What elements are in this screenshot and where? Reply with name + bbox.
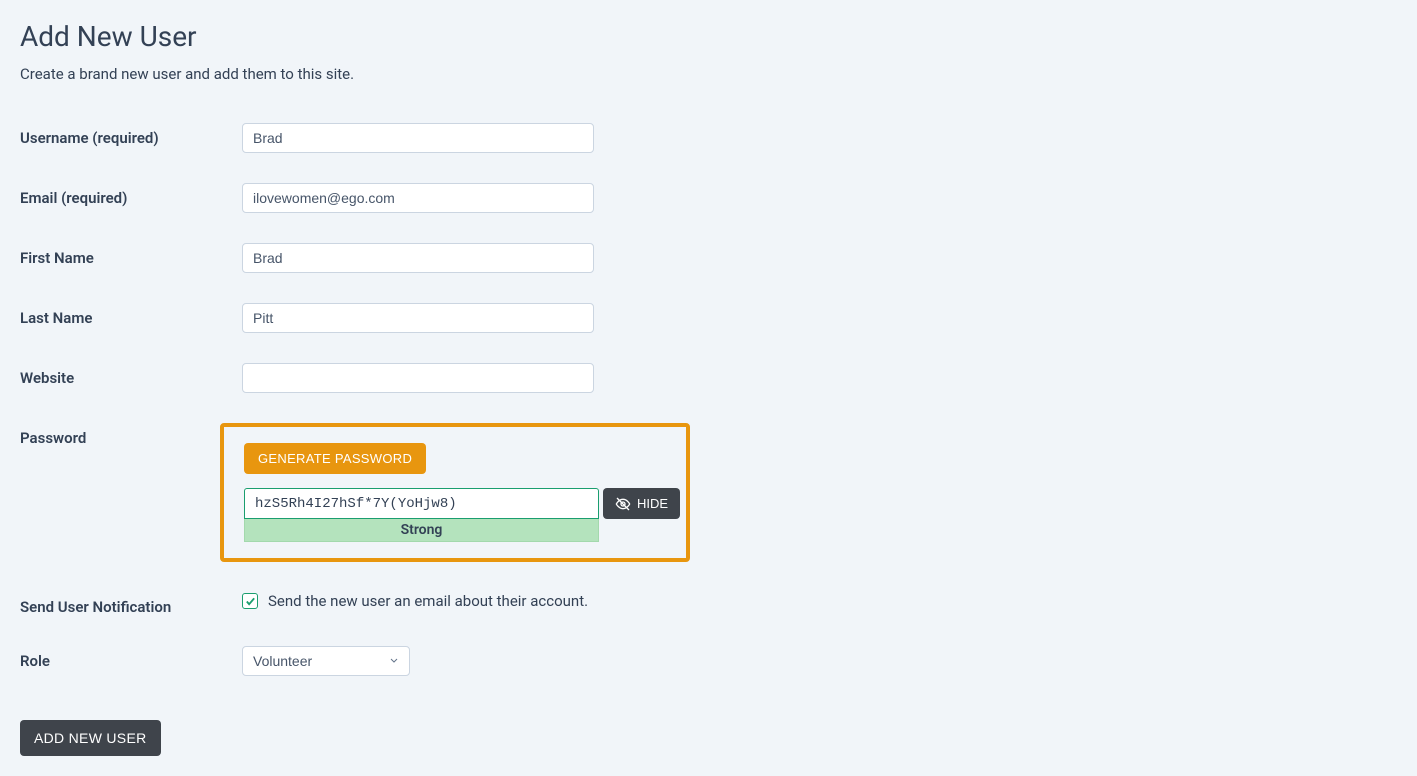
notification-checkbox-label: Send the new user an email about their a…: [268, 592, 588, 610]
add-new-user-button[interactable]: ADD NEW USER: [20, 720, 161, 756]
last-name-label: Last Name: [20, 303, 242, 327]
role-label: Role: [20, 646, 242, 670]
notification-checkbox[interactable]: [242, 593, 258, 609]
generate-password-button[interactable]: GENERATE PASSWORD: [244, 443, 426, 474]
website-input[interactable]: [242, 363, 594, 393]
page-subtitle: Create a brand new user and add them to …: [20, 65, 1397, 83]
website-label: Website: [20, 363, 242, 387]
eye-slash-icon: [615, 496, 631, 512]
check-icon: [245, 596, 256, 607]
first-name-input[interactable]: [242, 243, 594, 273]
last-name-input[interactable]: [242, 303, 594, 333]
username-label: Username (required): [20, 123, 242, 147]
username-input[interactable]: [242, 123, 594, 153]
password-input[interactable]: [244, 488, 599, 519]
password-strength-indicator: Strong: [244, 519, 599, 542]
hide-password-button[interactable]: HIDE: [603, 488, 680, 519]
first-name-label: First Name: [20, 243, 242, 267]
hide-button-label: HIDE: [637, 496, 668, 511]
email-label: Email (required): [20, 183, 242, 207]
notification-label: Send User Notification: [20, 592, 242, 616]
email-input[interactable]: [242, 183, 594, 213]
password-section-highlight: GENERATE PASSWORD Strong HIDE: [220, 423, 690, 562]
page-title: Add New User: [20, 20, 1397, 53]
password-label: Password: [20, 423, 242, 447]
role-select[interactable]: Volunteer: [242, 646, 410, 676]
